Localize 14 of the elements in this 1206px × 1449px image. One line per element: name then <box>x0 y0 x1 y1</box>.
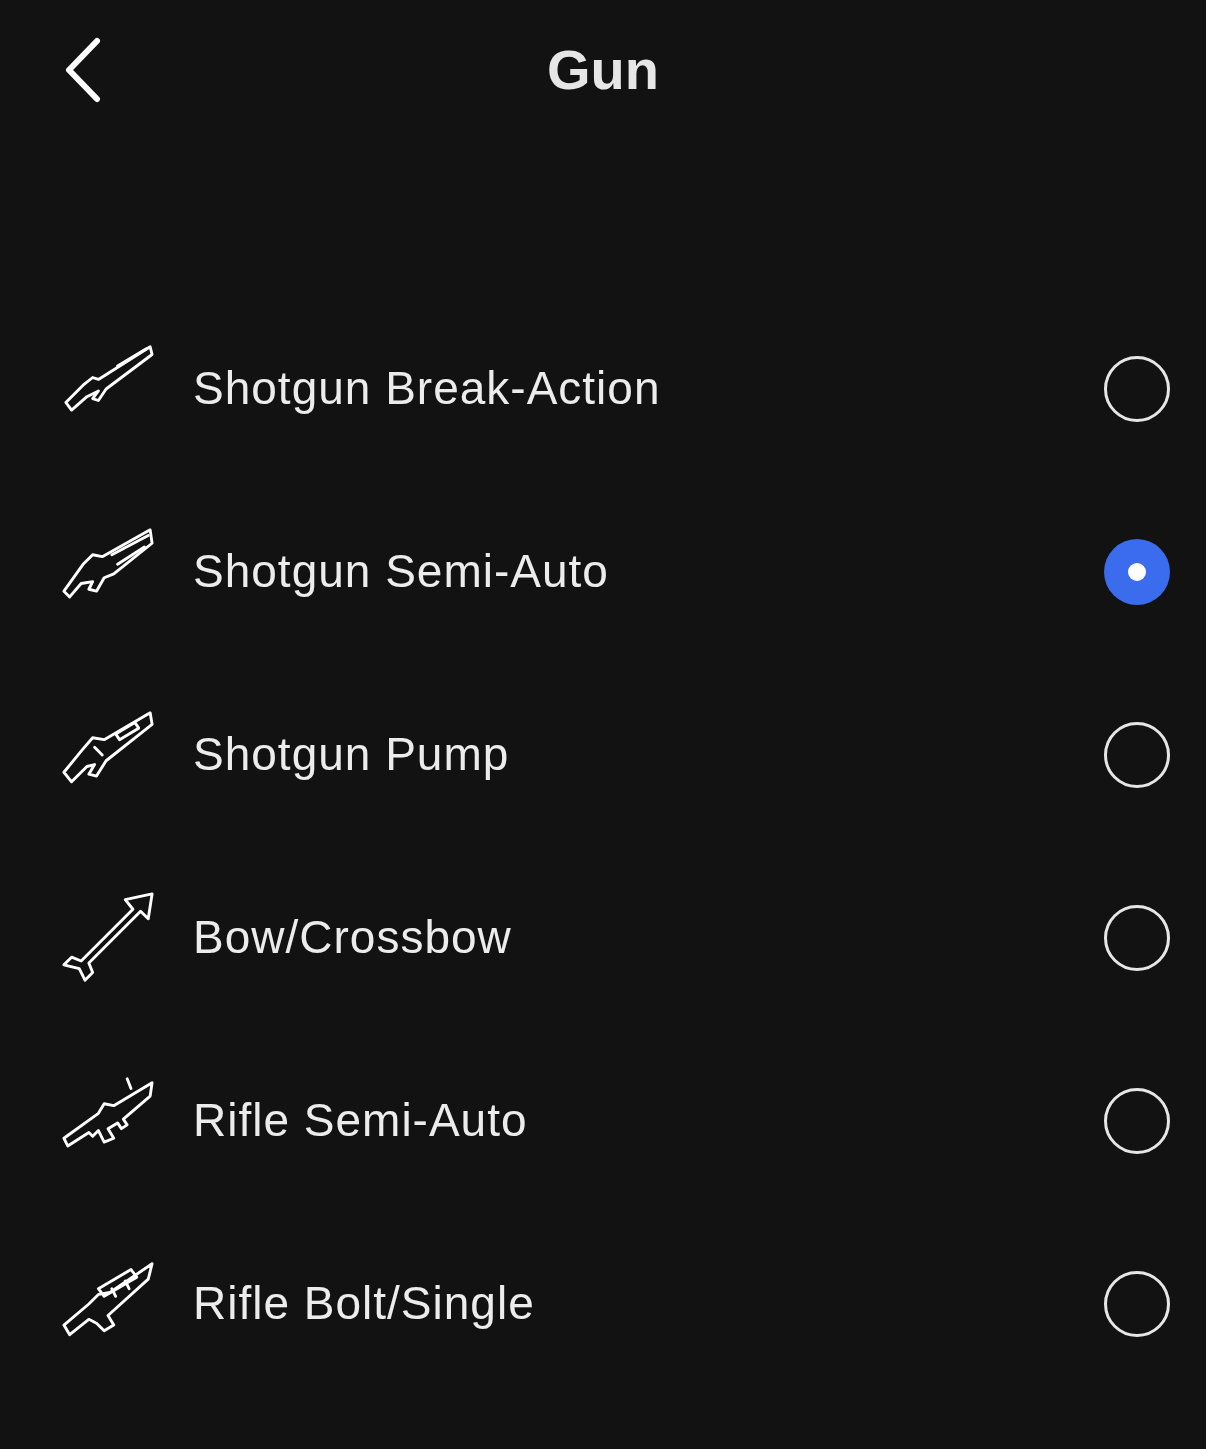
option-label: Rifle Semi-Auto <box>193 1093 529 1148</box>
radio-button[interactable] <box>1104 904 1170 971</box>
arrow-icon <box>60 891 156 984</box>
option-label: Shotgun Semi-Auto <box>193 544 610 599</box>
radio-button[interactable] <box>1104 1087 1170 1154</box>
radio-button[interactable] <box>1104 721 1170 788</box>
page-title: Gun <box>547 37 659 103</box>
radio-button[interactable] <box>1104 1270 1170 1337</box>
option-label: Rifle Bolt/Single <box>193 1276 536 1331</box>
option-label: Shotgun Pump <box>193 727 511 782</box>
radio-button[interactable] <box>1104 355 1170 422</box>
option-label: Bow/Crossbow <box>193 910 513 965</box>
back-icon <box>63 37 103 103</box>
option-label: Shotgun Break-Action <box>193 361 662 416</box>
